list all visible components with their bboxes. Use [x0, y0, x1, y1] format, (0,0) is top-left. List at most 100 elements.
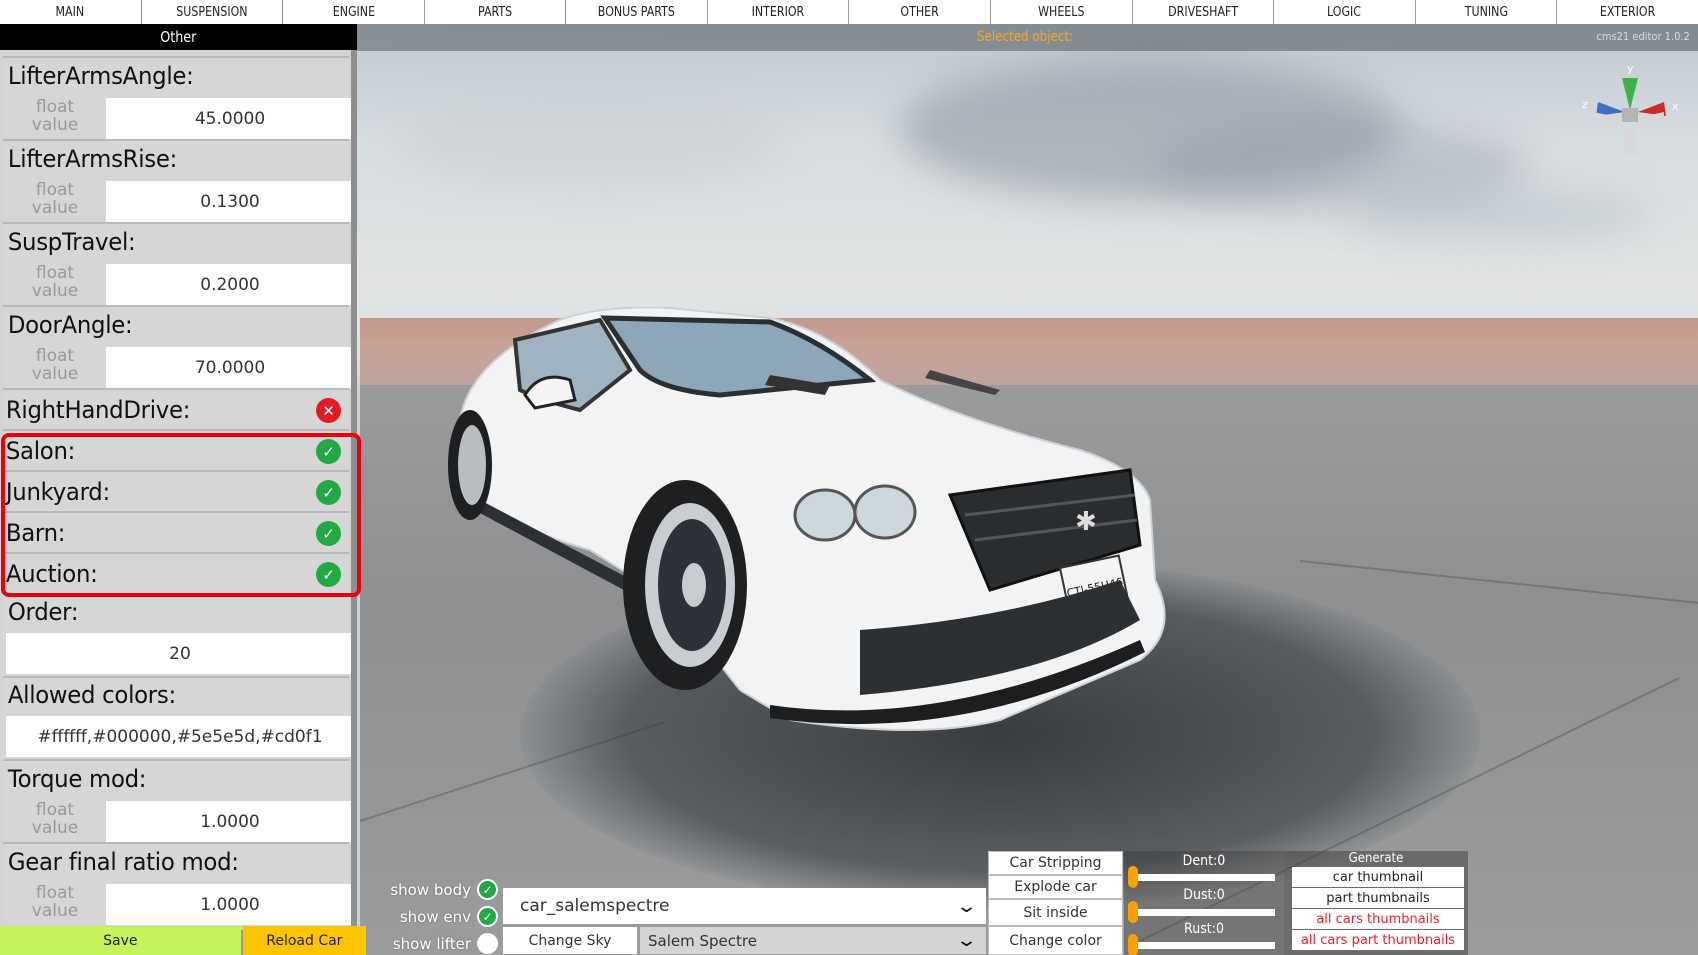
toggle-on-icon[interactable] [477, 879, 498, 900]
checked-icon[interactable]: ✓ [316, 521, 341, 546]
field-order: Order: [3, 593, 351, 676]
axis-gizmo[interactable]: y x z [1580, 60, 1680, 170]
condition-sliders: Dent:0 Dust:0 Rust:0 [1124, 851, 1284, 955]
checked-icon[interactable]: ✓ [316, 439, 341, 464]
dust-slider-handle[interactable] [1128, 901, 1138, 923]
tab-engine[interactable]: ENGINE [283, 0, 425, 24]
save-button[interactable]: Save [0, 926, 241, 955]
rust-label: Rust:0 [1184, 921, 1224, 937]
all-cars-part-thumbnails-button[interactable]: all cars part thumbnails [1292, 930, 1464, 950]
field-lifter-arms-angle: LifterArmsAngle: float value⟷ [3, 56, 351, 153]
rust-slider-handle[interactable] [1128, 934, 1138, 955]
field-torque-mod: Torque mod: float value⟷ [3, 759, 351, 856]
field-label: Allowed colors: [7, 681, 176, 709]
change-color-button[interactable]: Change color [988, 926, 1123, 955]
toggle-show-lifter[interactable]: show lifter [378, 930, 498, 955]
sit-inside-button[interactable]: Sit inside [988, 899, 1123, 926]
gizmo-neg-x-cone[interactable] [1636, 112, 1664, 128]
explode-car-button[interactable]: Explode car [988, 875, 1123, 899]
car-thumbnail-button[interactable]: car thumbnail [1292, 867, 1464, 887]
car-model-dropdown[interactable]: Salem Spectre ⌄ [640, 927, 986, 954]
field-label: SuspTravel: [7, 228, 136, 256]
headlight-left [793, 488, 857, 542]
field-lifter-arms-rise: LifterArmsRise: float value⟷ [3, 139, 351, 236]
rear-wheel [448, 410, 492, 520]
susp-travel-input[interactable] [106, 264, 351, 305]
tab-main[interactable]: MAIN [0, 0, 142, 24]
field-susp-travel: SuspTravel: float value⟷ [3, 222, 351, 319]
car-model[interactable]: ✱ CTJ-55U46 [440, 300, 1280, 760]
change-sky-button[interactable]: Change Sky [503, 927, 637, 954]
checked-icon[interactable]: ✓ [316, 480, 341, 505]
brand-logo: ✱ [1075, 507, 1097, 537]
toggle-show-body[interactable]: show body [378, 876, 498, 903]
field-label: Torque mod: [7, 765, 147, 793]
gizmo-neg-z-cone[interactable] [1592, 112, 1625, 128]
sidebar-scroll-area[interactable]: LifterArmsAngle: float value⟷ LifterArms… [0, 50, 357, 930]
gizmo-center-cube[interactable] [1622, 108, 1638, 122]
generate-title: Generate [1348, 851, 1404, 866]
field-label: RightHandDrive: [5, 396, 191, 424]
field-label: LifterArmsRise: [7, 145, 178, 173]
field-barn: Barn: ✓ [3, 511, 349, 552]
dent-slider-track[interactable] [1134, 874, 1275, 881]
tab-bonus-parts[interactable]: BONUS PARTS [566, 0, 708, 24]
checked-icon[interactable]: ✓ [316, 562, 341, 587]
field-door-angle: DoorAngle: float value⟷ [3, 305, 351, 402]
field-label: Order: [7, 598, 79, 626]
field-allowed-colors: Allowed colors: [3, 676, 351, 759]
front-wheel [623, 480, 747, 690]
selected-object-label: Selected object: [977, 29, 1074, 45]
field-salon: Salon: ✓ [3, 429, 349, 470]
tab-exterior[interactable]: EXTERIOR [1557, 0, 1698, 24]
status-strip: Selected object: cms21 editor 1.0.2 [357, 24, 1698, 51]
gizmo-y-cone[interactable] [1622, 78, 1638, 110]
field-label: LifterArmsAngle: [7, 62, 194, 90]
tab-interior[interactable]: INTERIOR [708, 0, 850, 24]
field-right-hand-drive: RightHandDrive: ✕ [3, 388, 349, 429]
gizmo-y-label: y [1627, 62, 1634, 75]
rust-slider-track[interactable] [1134, 942, 1275, 949]
tab-other[interactable]: OTHER [849, 0, 992, 24]
field-label: Junkyard: [5, 478, 110, 506]
dent-slider-handle[interactable] [1128, 866, 1138, 888]
toggle-show-env[interactable]: show env [378, 903, 498, 930]
car-actions: Car Stripping Explode car Sit inside Cha… [988, 851, 1123, 955]
tab-logic[interactable]: LOGIC [1274, 0, 1416, 24]
allowed-colors-input[interactable] [6, 716, 351, 757]
lifter-arms-angle-input[interactable] [106, 98, 351, 139]
torque-mod-input[interactable] [106, 801, 351, 842]
part-thumbnails-button[interactable]: part thumbnails [1292, 888, 1464, 908]
unchecked-x-icon[interactable]: ✕ [316, 398, 341, 423]
car-select-dropdown[interactable]: car_salemspectre ⌄ [503, 888, 986, 924]
top-tab-bar: MAIN SUSPENSION ENGINE PARTS BONUS PARTS… [0, 0, 1698, 24]
field-junkyard: Junkyard: ✓ [3, 470, 349, 511]
gear-final-ratio-mod-input[interactable] [106, 884, 351, 925]
chevron-down-icon: ⌄ [955, 895, 978, 917]
tab-parts[interactable]: PARTS [425, 0, 567, 24]
field-label: Gear final ratio mod: [7, 848, 239, 876]
field-auction: Auction: ✓ [3, 552, 349, 593]
tab-wheels[interactable]: WHEELS [991, 0, 1133, 24]
field-label: Salon: [5, 437, 76, 465]
reload-car-button[interactable]: Reload Car [242, 926, 366, 955]
gizmo-z-label: z [1582, 98, 1588, 111]
all-cars-thumbnails-button[interactable]: all cars thumbnails [1292, 909, 1464, 929]
car-stripping-button[interactable]: Car Stripping [988, 851, 1123, 875]
order-input[interactable] [6, 633, 351, 674]
sidebar-title: Other [0, 24, 357, 50]
float-drag-handle[interactable]: float value⟷ [11, 884, 99, 930]
dust-slider-track[interactable] [1134, 909, 1275, 916]
toggle-off-icon[interactable] [477, 933, 498, 954]
cloud [1350, 190, 1650, 240]
gizmo-x-label: x [1672, 100, 1679, 113]
sidebar-footer: Save Reload Car [0, 926, 366, 955]
lifter-arms-rise-input[interactable] [106, 181, 351, 222]
door-angle-input[interactable] [106, 347, 351, 388]
tab-driveshaft[interactable]: DRIVESHAFT [1133, 0, 1275, 24]
field-gear-final-ratio-mod: Gear final ratio mod: float value⟷ [3, 842, 351, 930]
tab-suspension[interactable]: SUSPENSION [142, 0, 284, 24]
tab-tuning[interactable]: TUNING [1416, 0, 1558, 24]
toggle-on-icon[interactable] [477, 906, 498, 927]
field-label: Barn: [5, 519, 66, 547]
